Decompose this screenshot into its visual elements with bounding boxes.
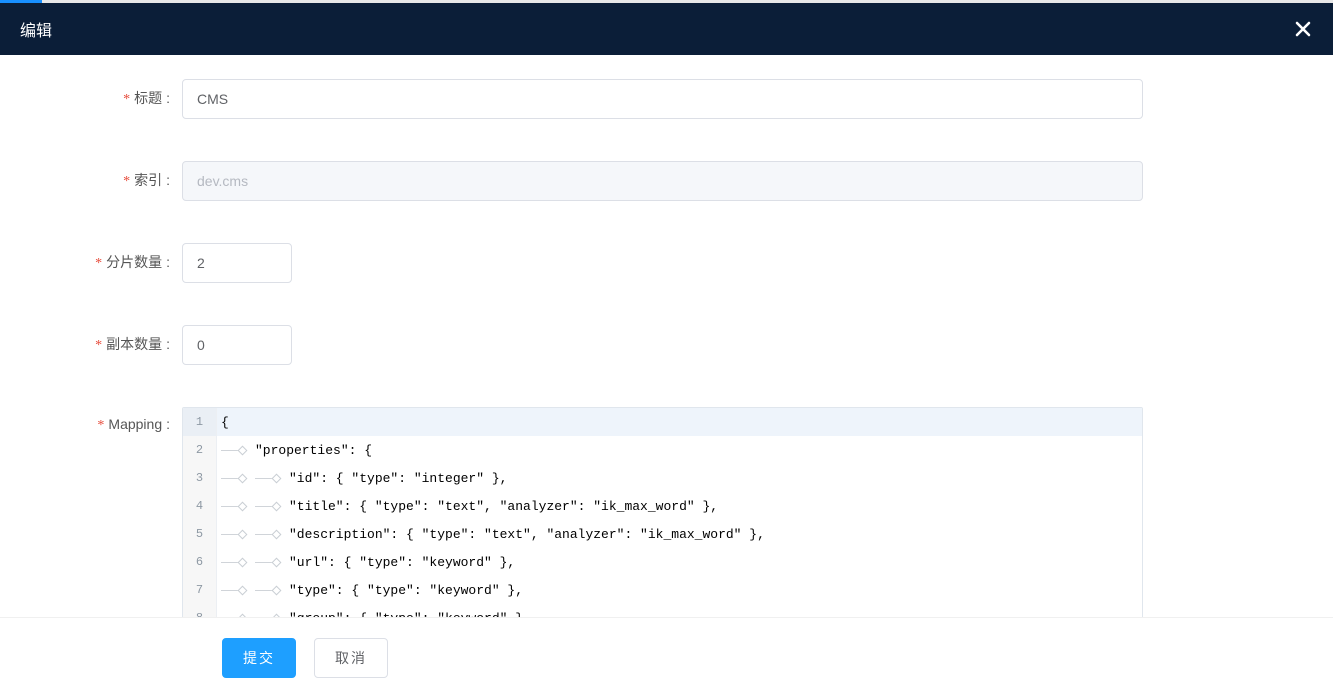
- indent-guide-icon: [221, 520, 255, 548]
- shards-input[interactable]: [182, 243, 292, 283]
- code-content: {: [217, 408, 1142, 436]
- line-number: 8: [183, 604, 217, 617]
- indent-guide-icon: [221, 492, 255, 520]
- indent-guide-icon: [255, 520, 289, 548]
- required-mark: *: [97, 418, 104, 434]
- mapping-code-editor[interactable]: 1{2"properties": {3"id": { "type": "inte…: [182, 407, 1143, 617]
- code-content: "properties": {: [217, 436, 1142, 464]
- indent-guide-icon: [221, 576, 255, 604]
- line-number: 4: [183, 492, 217, 520]
- modal-title: 编辑: [20, 17, 52, 41]
- indent-guide-icon: [221, 548, 255, 576]
- code-content: "title": { "type": "text", "analyzer": "…: [217, 492, 1142, 520]
- code-line[interactable]: 8"group": { "type": "keyword" },: [183, 604, 1142, 617]
- row-shards: * 分片数量:: [0, 243, 1333, 283]
- close-button[interactable]: [1291, 17, 1315, 41]
- code-text: "type": { "type": "keyword" },: [289, 583, 523, 598]
- required-mark: *: [123, 174, 130, 190]
- code-text: "properties": {: [255, 443, 372, 458]
- indent-guide-icon: [221, 436, 255, 464]
- line-number: 1: [183, 408, 217, 436]
- modal-header: 编辑: [0, 3, 1333, 55]
- code-content: "group": { "type": "keyword" },: [217, 604, 1142, 617]
- index-input: [182, 161, 1143, 201]
- code-content: "type": { "type": "keyword" },: [217, 576, 1142, 604]
- indent-guide-icon: [255, 604, 289, 617]
- label-index: * 索引:: [0, 161, 182, 190]
- code-text: {: [221, 415, 229, 430]
- code-text: "url": { "type": "keyword" },: [289, 555, 515, 570]
- label-text: 副本数量: [106, 334, 162, 354]
- close-icon: [1295, 21, 1311, 37]
- label-title: * 标题:: [0, 79, 182, 108]
- code-line[interactable]: 4 "title": { "type": "text", "analyzer": …: [183, 492, 1142, 520]
- code-line[interactable]: 5 "description": { "type": "text", "analy…: [183, 520, 1142, 548]
- cancel-button[interactable]: 取消: [314, 638, 388, 678]
- code-text: "id": { "type": "integer" },: [289, 471, 507, 486]
- code-content: "description": { "type": "text", "analyz…: [217, 520, 1142, 548]
- code-content: "url": { "type": "keyword" },: [217, 548, 1142, 576]
- modal-footer: 提交 取消: [0, 617, 1333, 697]
- indent-guide-icon: [221, 464, 255, 492]
- label-text: 标题: [134, 88, 162, 108]
- indent-guide-icon: [255, 576, 289, 604]
- code-text: "description": { "type": "text", "analyz…: [289, 527, 765, 542]
- code-line[interactable]: 7 "type": { "type": "keyword" },: [183, 576, 1142, 604]
- row-title: * 标题:: [0, 79, 1333, 119]
- form-body: * 标题: * 索引: * 分片数量: * 副本数量:: [0, 55, 1333, 617]
- row-replicas: * 副本数量:: [0, 325, 1333, 365]
- row-mapping: * Mapping: 1{2"properties": {3"id": { "t…: [0, 407, 1333, 617]
- line-number: 3: [183, 464, 217, 492]
- label-replicas: * 副本数量:: [0, 325, 182, 354]
- line-number: 5: [183, 520, 217, 548]
- row-index: * 索引:: [0, 161, 1333, 201]
- line-number: 2: [183, 436, 217, 464]
- line-number: 7: [183, 576, 217, 604]
- label-text: Mapping: [108, 416, 162, 432]
- code-line[interactable]: 1{: [183, 408, 1142, 436]
- submit-button[interactable]: 提交: [222, 638, 296, 678]
- line-number: 6: [183, 548, 217, 576]
- indent-guide-icon: [221, 604, 255, 617]
- code-content: "id": { "type": "integer" },: [217, 464, 1142, 492]
- label-shards: * 分片数量:: [0, 243, 182, 272]
- title-input[interactable]: [182, 79, 1143, 119]
- code-line[interactable]: 3 "id": { "type": "integer" },: [183, 464, 1142, 492]
- code-line[interactable]: 6 "url": { "type": "keyword" },: [183, 548, 1142, 576]
- required-mark: *: [123, 92, 130, 108]
- code-line[interactable]: 2 "properties": {: [183, 436, 1142, 464]
- replicas-input[interactable]: [182, 325, 292, 365]
- indent-guide-icon: [255, 464, 289, 492]
- label-text: 分片数量: [106, 252, 162, 272]
- indent-guide-icon: [255, 548, 289, 576]
- code-text: "title": { "type": "text", "analyzer": "…: [289, 499, 718, 514]
- label-mapping: * Mapping:: [0, 407, 182, 434]
- label-text: 索引: [134, 170, 162, 190]
- required-mark: *: [95, 256, 102, 272]
- indent-guide-icon: [255, 492, 289, 520]
- required-mark: *: [95, 338, 102, 354]
